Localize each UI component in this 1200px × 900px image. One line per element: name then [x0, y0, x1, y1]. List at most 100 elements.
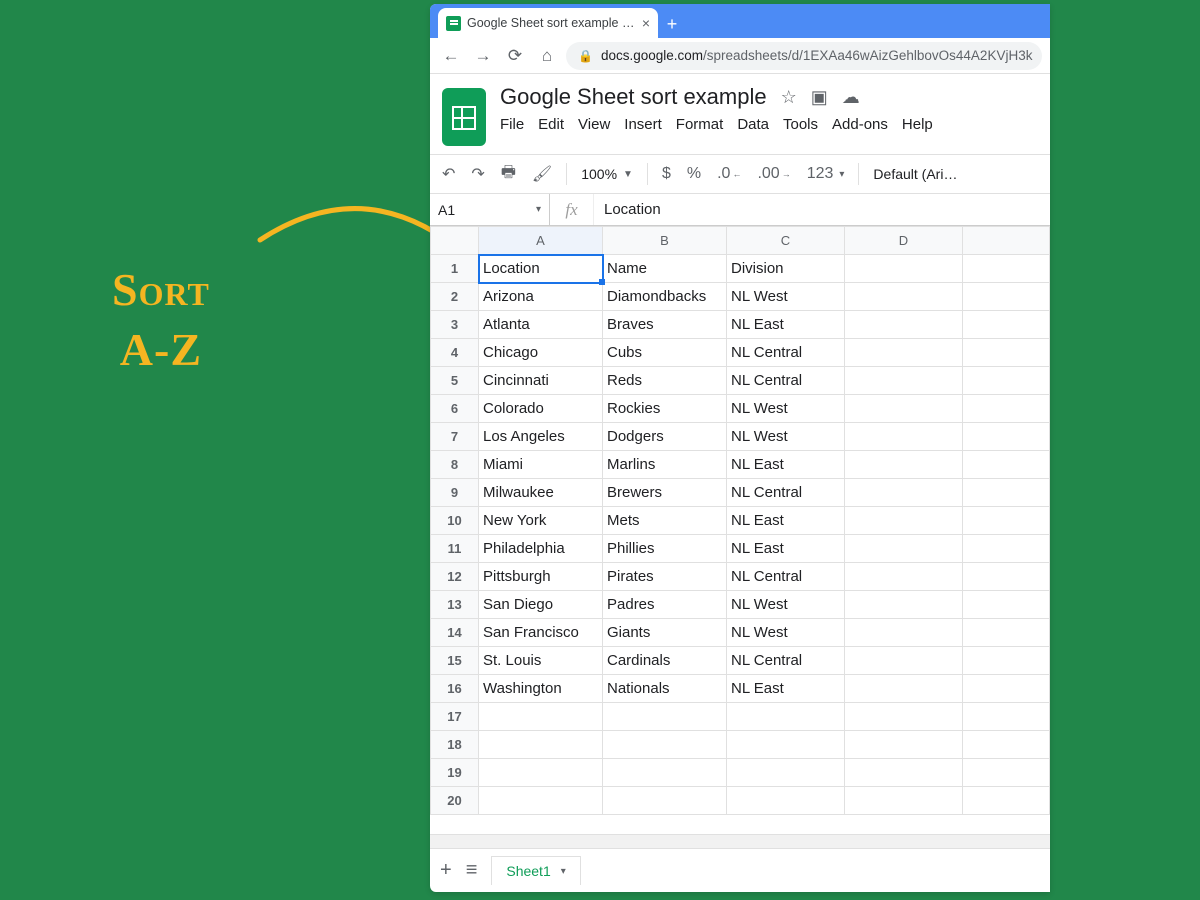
cell[interactable]: [963, 535, 1050, 563]
cell[interactable]: Philadelphia: [479, 535, 603, 563]
cell[interactable]: Mets: [603, 507, 727, 535]
sheet-tab[interactable]: Sheet1 ▾: [491, 856, 580, 885]
decrease-decimal-button[interactable]: .0←: [713, 165, 745, 183]
cell[interactable]: Pittsburgh: [479, 563, 603, 591]
number-format-select[interactable]: 123▾: [803, 165, 849, 183]
cell[interactable]: [727, 787, 845, 815]
cell[interactable]: Giants: [603, 619, 727, 647]
cell[interactable]: [845, 535, 963, 563]
cell[interactable]: Brewers: [603, 479, 727, 507]
row-header[interactable]: 17: [431, 703, 479, 731]
increase-decimal-button[interactable]: .00→: [753, 165, 794, 183]
row-header[interactable]: 19: [431, 759, 479, 787]
cell[interactable]: [963, 647, 1050, 675]
redo-button[interactable]: ↷: [467, 164, 488, 184]
cell[interactable]: San Diego: [479, 591, 603, 619]
cell[interactable]: [963, 311, 1050, 339]
row-header[interactable]: 10: [431, 507, 479, 535]
reload-button[interactable]: ⟳: [502, 43, 528, 69]
star-icon[interactable]: ☆: [781, 87, 797, 108]
cloud-status-icon[interactable]: ☁: [842, 87, 860, 108]
row-header[interactable]: 2: [431, 283, 479, 311]
col-header-C[interactable]: C: [727, 227, 845, 255]
name-box[interactable]: A1 ▾: [430, 194, 550, 225]
formula-input[interactable]: Location: [594, 201, 1050, 218]
cell[interactable]: [845, 675, 963, 703]
row-header[interactable]: 15: [431, 647, 479, 675]
cell[interactable]: [727, 731, 845, 759]
row-header[interactable]: 7: [431, 423, 479, 451]
cell[interactable]: [963, 507, 1050, 535]
cell[interactable]: [479, 759, 603, 787]
cell[interactable]: [603, 703, 727, 731]
cell[interactable]: Reds: [603, 367, 727, 395]
cell[interactable]: NL Central: [727, 647, 845, 675]
cell[interactable]: Arizona: [479, 283, 603, 311]
row-header[interactable]: 1: [431, 255, 479, 283]
cell[interactable]: [963, 759, 1050, 787]
cell[interactable]: Nationals: [603, 675, 727, 703]
cell[interactable]: Rockies: [603, 395, 727, 423]
print-button[interactable]: 🖶: [497, 161, 520, 188]
row-header[interactable]: 4: [431, 339, 479, 367]
cell[interactable]: Cincinnati: [479, 367, 603, 395]
cell[interactable]: [845, 591, 963, 619]
cell[interactable]: Padres: [603, 591, 727, 619]
cell[interactable]: [479, 787, 603, 815]
tab-close-icon[interactable]: ×: [642, 15, 650, 31]
cell[interactable]: [963, 787, 1050, 815]
cell[interactable]: [845, 731, 963, 759]
cell[interactable]: [845, 283, 963, 311]
row-header[interactable]: 13: [431, 591, 479, 619]
cell[interactable]: Los Angeles: [479, 423, 603, 451]
cell[interactable]: Washington: [479, 675, 603, 703]
cell[interactable]: Miami: [479, 451, 603, 479]
cell[interactable]: Phillies: [603, 535, 727, 563]
cell[interactable]: Pirates: [603, 563, 727, 591]
horizontal-scrollbar[interactable]: [430, 834, 1050, 848]
cell[interactable]: NL Central: [727, 339, 845, 367]
cell[interactable]: [845, 507, 963, 535]
cell[interactable]: NL East: [727, 675, 845, 703]
cell[interactable]: [963, 283, 1050, 311]
cell[interactable]: [963, 619, 1050, 647]
cell[interactable]: St. Louis: [479, 647, 603, 675]
cell[interactable]: [963, 591, 1050, 619]
cell[interactable]: NL West: [727, 619, 845, 647]
cell[interactable]: [603, 731, 727, 759]
cell[interactable]: [963, 255, 1050, 283]
cell[interactable]: [603, 759, 727, 787]
col-header-E[interactable]: [963, 227, 1050, 255]
cell[interactable]: NL West: [727, 591, 845, 619]
cell[interactable]: NL Central: [727, 367, 845, 395]
col-header-D[interactable]: D: [845, 227, 963, 255]
menu-view[interactable]: View: [578, 116, 610, 133]
select-all-corner[interactable]: [431, 227, 479, 255]
menu-addons[interactable]: Add-ons: [832, 116, 888, 133]
cell[interactable]: [845, 647, 963, 675]
cell[interactable]: Chicago: [479, 339, 603, 367]
cell[interactable]: [963, 395, 1050, 423]
cell[interactable]: [845, 759, 963, 787]
font-family-select[interactable]: Default (Ari…▼: [869, 166, 959, 182]
cell[interactable]: Atlanta: [479, 311, 603, 339]
cell[interactable]: [845, 479, 963, 507]
zoom-select[interactable]: 100%▼: [577, 166, 637, 182]
cell[interactable]: [845, 339, 963, 367]
cell[interactable]: San Francisco: [479, 619, 603, 647]
undo-button[interactable]: ↶: [438, 164, 459, 184]
row-header[interactable]: 8: [431, 451, 479, 479]
cell[interactable]: [845, 563, 963, 591]
move-icon[interactable]: ▣: [811, 87, 828, 108]
cell[interactable]: NL East: [727, 451, 845, 479]
cell[interactable]: [727, 703, 845, 731]
cell[interactable]: [963, 423, 1050, 451]
cell[interactable]: NL East: [727, 535, 845, 563]
cell[interactable]: Name: [603, 255, 727, 283]
cell[interactable]: [479, 703, 603, 731]
menu-insert[interactable]: Insert: [624, 116, 662, 133]
menu-data[interactable]: Data: [737, 116, 769, 133]
cell[interactable]: [845, 787, 963, 815]
cell[interactable]: Colorado: [479, 395, 603, 423]
cell[interactable]: [845, 255, 963, 283]
